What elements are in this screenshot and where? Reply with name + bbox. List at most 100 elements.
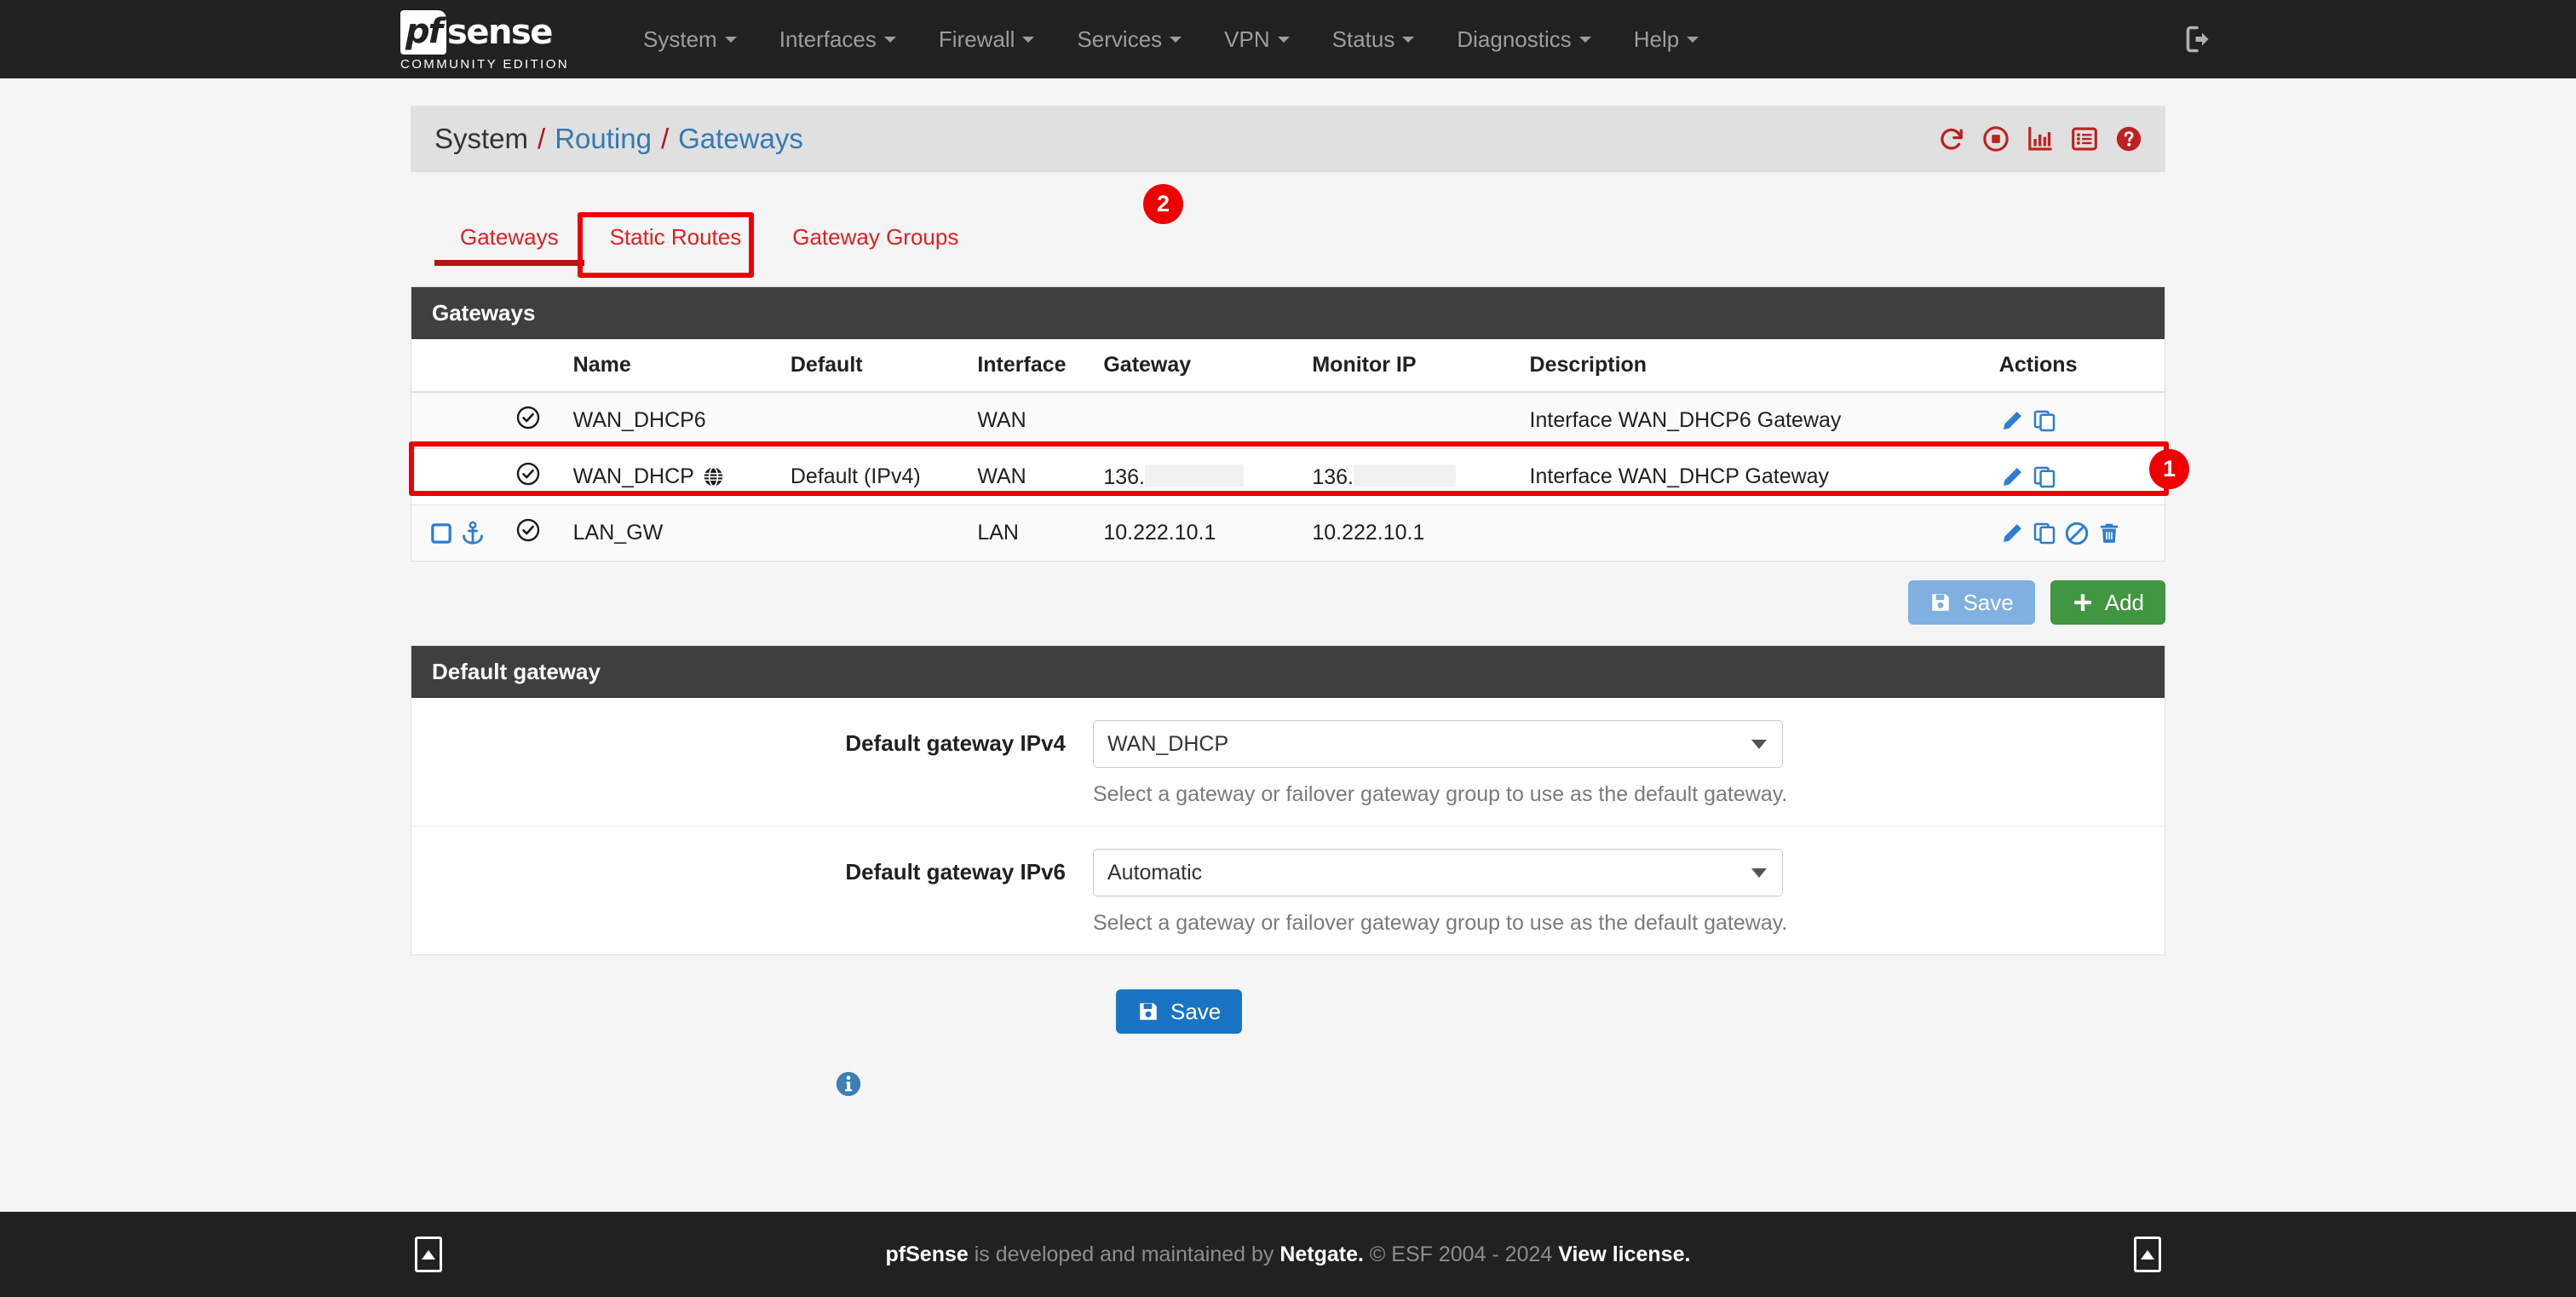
chevron-down-icon bbox=[1170, 36, 1182, 43]
table-header-row: Name Default Interface Gateway Monitor I… bbox=[411, 339, 2165, 393]
default-gateway-panel: Default gateway Default gateway IPv4 WAN… bbox=[411, 645, 2165, 955]
breadcrumb-separator: / bbox=[660, 123, 670, 154]
column-header-actions: Actions bbox=[1990, 339, 2165, 393]
scroll-top-icon bbox=[422, 1249, 435, 1260]
add-button-label: Add bbox=[2104, 590, 2144, 615]
tab-label: Gateways bbox=[460, 224, 559, 250]
save-floppy-icon bbox=[1932, 594, 1950, 611]
edit-pencil-icon[interactable] bbox=[1999, 521, 2025, 546]
nav-item-help[interactable]: Help bbox=[1613, 0, 1720, 78]
info-icon-wrap bbox=[411, 1069, 2165, 1103]
breadcrumb: System / Routing / Gateways bbox=[434, 123, 803, 155]
copy-icon[interactable] bbox=[2032, 521, 2057, 546]
stop-circle-icon[interactable] bbox=[1981, 124, 2010, 153]
nav-item-system[interactable]: System bbox=[622, 0, 758, 78]
gateways-panel: Gateways Name Default Interface Gateway … bbox=[409, 286, 2189, 562]
column-header-default: Default bbox=[781, 339, 969, 393]
field-help-default-gateway-ipv4: Select a gateway or failover gateway gro… bbox=[1093, 782, 1788, 806]
row-name-cell: LAN_GW bbox=[564, 504, 782, 561]
chevron-down-icon bbox=[1402, 36, 1415, 43]
row-interface-cell: WAN bbox=[969, 391, 1095, 449]
scroll-top-right-button[interactable] bbox=[2134, 1236, 2161, 1272]
breadcrumb-item-routing[interactable]: Routing bbox=[555, 123, 652, 155]
nav-item-interfaces[interactable]: Interfaces bbox=[758, 0, 917, 78]
scroll-top-left-button[interactable] bbox=[415, 1236, 442, 1272]
nav-item-diagnostics[interactable]: Diagnostics bbox=[1435, 0, 1612, 78]
chevron-down-icon bbox=[1751, 868, 1767, 878]
nav-item-label: System bbox=[643, 26, 717, 52]
edit-pencil-icon[interactable] bbox=[1999, 408, 2025, 434]
row-interface-cell: WAN bbox=[969, 448, 1095, 505]
tab-gateways[interactable]: Gateways bbox=[434, 212, 584, 266]
field-label-default-gateway-ipv4: Default gateway IPv4 bbox=[845, 730, 1066, 756]
breadcrumb-item-gateways[interactable]: Gateways bbox=[678, 123, 803, 155]
nav-item-label: Interfaces bbox=[779, 26, 877, 52]
edit-pencil-icon[interactable] bbox=[1999, 464, 2025, 490]
column-header-name: Name bbox=[564, 339, 782, 393]
row-status-cell bbox=[507, 504, 565, 561]
gateway-row-wan-dhcp6[interactable]: WAN_DHCP6 WAN Interface WAN_DHCP6 Gatewa… bbox=[411, 391, 2165, 449]
nav-item-label: Firewall bbox=[938, 26, 1015, 52]
trash-icon[interactable] bbox=[2096, 521, 2122, 546]
save-button-label: Save bbox=[1963, 590, 2014, 615]
add-button[interactable]: Add bbox=[2050, 580, 2165, 625]
logout-icon[interactable] bbox=[2184, 24, 2215, 55]
breadcrumb-separator: / bbox=[538, 123, 546, 154]
bar-chart-icon[interactable] bbox=[2026, 124, 2055, 153]
row-status-cell bbox=[507, 391, 565, 449]
footer-license-link[interactable]: View license. bbox=[1558, 1242, 1690, 1266]
chevron-down-icon bbox=[1751, 739, 1767, 749]
row-name-cell: WAN_DHCP6 bbox=[564, 391, 782, 449]
footer-text: pfSense is developed and maintained by N… bbox=[886, 1242, 1691, 1267]
reload-icon[interactable] bbox=[1937, 124, 1966, 153]
row-gateway-value: 136. bbox=[1103, 464, 1146, 489]
row-description-cell: Interface WAN_DHCP6 Gateway bbox=[1521, 391, 1991, 449]
anchor-icon[interactable] bbox=[460, 521, 486, 546]
column-header-gateway: Gateway bbox=[1095, 339, 1304, 393]
save-button-label: Save bbox=[1170, 999, 1222, 1024]
brand-logo[interactable]: pf sense COMMUNITY EDITION bbox=[400, 0, 569, 78]
default-gateway-ipv4-select[interactable]: WAN_DHCP bbox=[1093, 720, 1783, 768]
chevron-down-icon bbox=[1022, 36, 1035, 43]
default-gateway-ipv6-select[interactable]: Automatic bbox=[1093, 849, 1783, 896]
redacted-value bbox=[1145, 464, 1245, 487]
field-label-default-gateway-ipv6: Default gateway IPv6 bbox=[845, 859, 1066, 885]
row-default-cell: Default (IPv4) bbox=[781, 448, 969, 505]
chevron-down-icon bbox=[1277, 36, 1290, 43]
help-circle-icon[interactable] bbox=[2114, 124, 2143, 153]
check-circle-icon bbox=[517, 518, 540, 542]
ban-icon[interactable] bbox=[2064, 521, 2090, 546]
copy-icon[interactable] bbox=[2032, 464, 2057, 490]
page-header-actions bbox=[1937, 124, 2143, 153]
row-gateway-cell: 10.222.10.1 bbox=[1095, 504, 1304, 561]
default-gateway-ipv4-value: WAN_DHCP bbox=[1107, 731, 1229, 756]
save-floppy-icon bbox=[1140, 1003, 1157, 1020]
chevron-down-icon bbox=[883, 36, 896, 43]
save-button-main[interactable]: Save bbox=[1116, 989, 1243, 1034]
row-interface-cell: LAN bbox=[969, 504, 1095, 561]
gateway-row-wan-dhcp[interactable]: WAN_DHCP Default (IPv4) WAN 136. 136. In… bbox=[411, 448, 2165, 505]
row-gateway-cell: 136. bbox=[1095, 448, 1304, 505]
gateways-button-bar: Save Add bbox=[411, 580, 2165, 625]
row-monitor-ip-cell: 10.222.10.1 bbox=[1303, 504, 1521, 561]
copy-icon[interactable] bbox=[2032, 408, 2057, 434]
save-button-table[interactable]: Save bbox=[1908, 580, 2035, 625]
nav-item-vpn[interactable]: VPN bbox=[1203, 0, 1310, 78]
default-gateway-ipv6-value: Automatic bbox=[1107, 860, 1203, 885]
row-actions-cell bbox=[1990, 391, 2165, 449]
nav-item-services[interactable]: Services bbox=[1055, 0, 1203, 78]
info-circle-icon[interactable] bbox=[834, 1069, 863, 1098]
nav-item-firewall[interactable]: Firewall bbox=[917, 0, 1056, 78]
gateway-row-lan-gw[interactable]: LAN_GW LAN 10.222.10.1 10.222.10.1 bbox=[411, 504, 2165, 561]
column-header-monitor-ip: Monitor IP bbox=[1303, 339, 1521, 393]
tab-gateway-groups[interactable]: Gateway Groups bbox=[767, 212, 984, 266]
list-icon[interactable] bbox=[2070, 124, 2099, 153]
gateways-table: Name Default Interface Gateway Monitor I… bbox=[411, 339, 2165, 561]
row-checkbox[interactable] bbox=[430, 522, 452, 545]
scroll-top-icon bbox=[2141, 1249, 2154, 1260]
check-circle-icon bbox=[517, 406, 540, 429]
row-monitor-ip-cell: 136. bbox=[1303, 448, 1521, 505]
row-default-cell bbox=[781, 504, 969, 561]
nav-item-status[interactable]: Status bbox=[1311, 0, 1436, 78]
tab-static-routes[interactable]: Static Routes bbox=[584, 212, 768, 266]
